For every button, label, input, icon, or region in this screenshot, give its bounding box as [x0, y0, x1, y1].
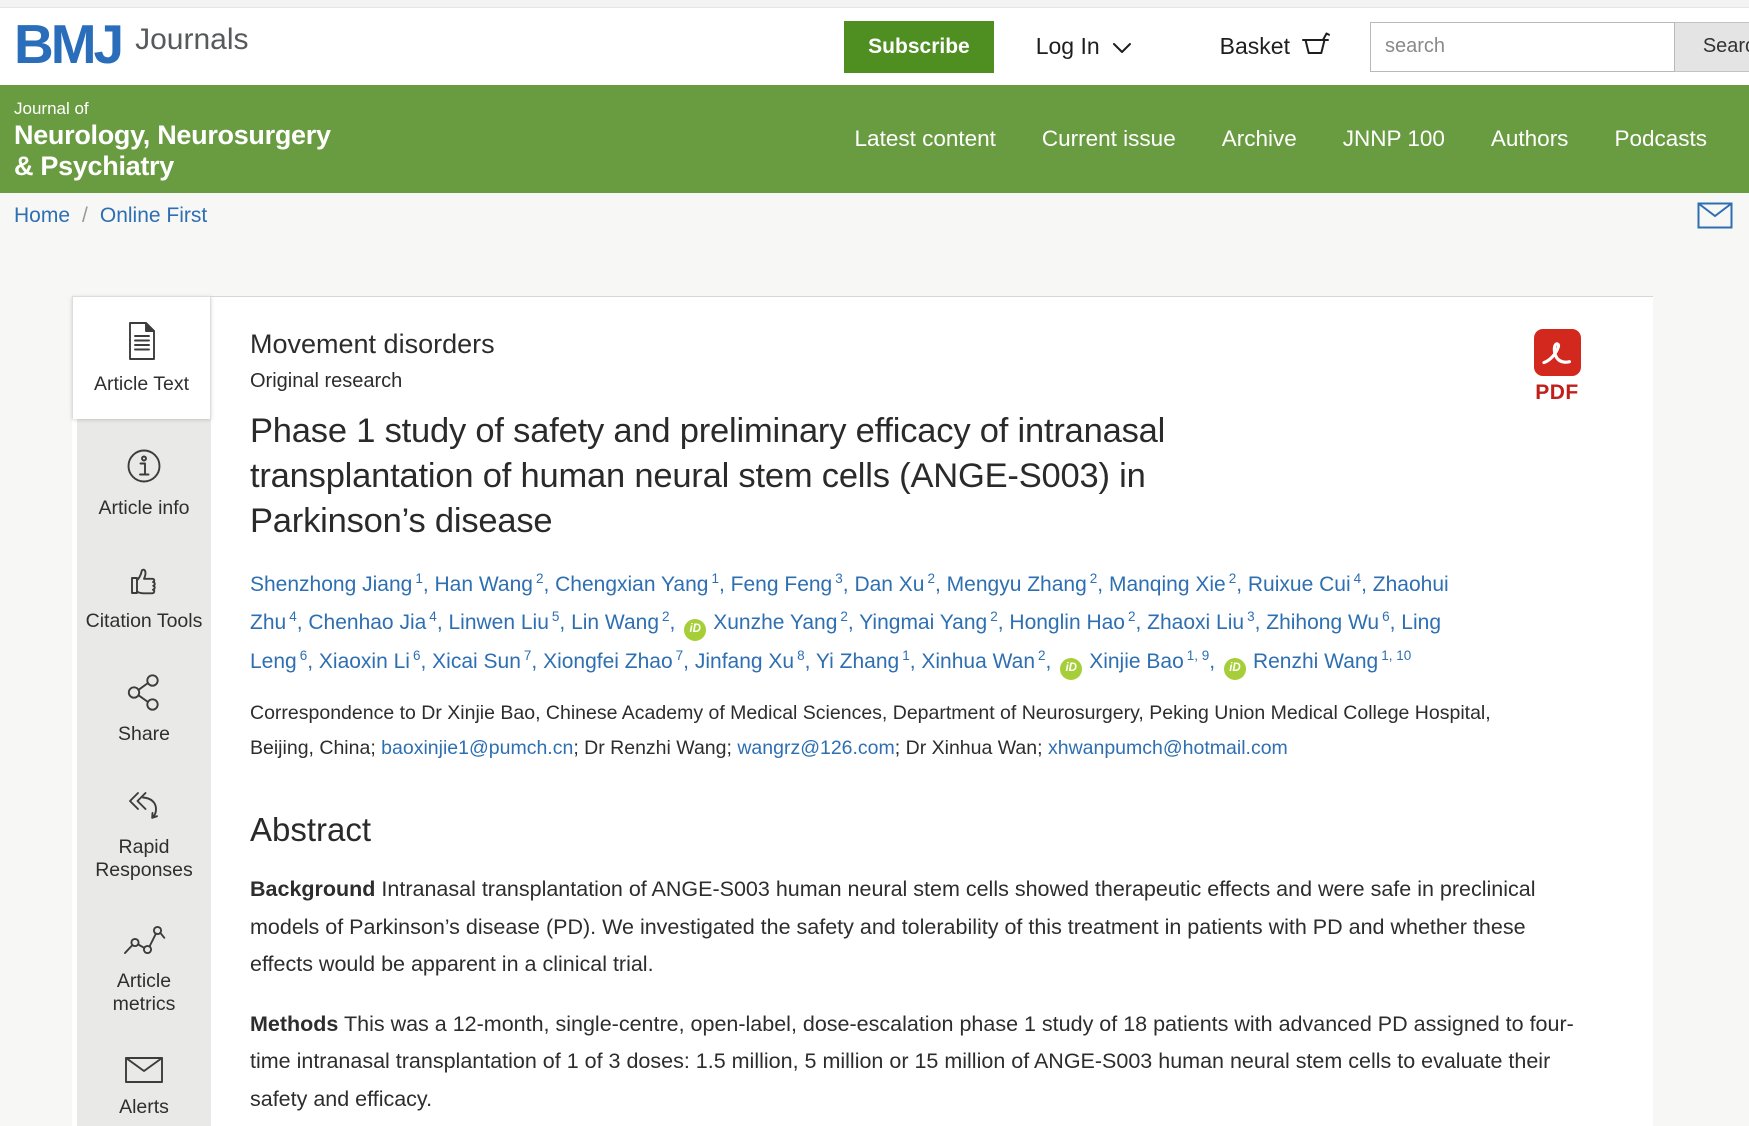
author-link[interactable]: Jinfang Xu8	[695, 650, 805, 673]
metrics-icon	[122, 920, 166, 965]
envelope-icon	[122, 1054, 166, 1091]
author-link[interactable]: Lin Wang2	[571, 611, 669, 634]
author-link[interactable]: Yi Zhang1	[816, 650, 910, 673]
correspondence-email-link[interactable]: xhwanpumch@hotmail.com	[1048, 737, 1288, 759]
search-button[interactable]: Search	[1675, 22, 1749, 72]
author-link[interactable]: iDRenzhi Wang1, 10	[1221, 650, 1411, 673]
orcid-icon[interactable]: iD	[1060, 658, 1082, 680]
author-link[interactable]: Chengxian Yang1	[555, 573, 719, 596]
breadcrumb-separator: /	[82, 204, 88, 228]
abstract-methods: Methods This was a 12-month, single-cent…	[250, 1006, 1593, 1118]
sidebar-item-article-info[interactable]: Article info	[85, 445, 203, 520]
sidebar-item-label: Alerts	[119, 1096, 169, 1119]
article-text-icon	[122, 320, 162, 367]
browser-top-strip	[0, 0, 1749, 8]
article-title: Phase 1 study of safety and preliminary …	[250, 409, 1325, 544]
author-link[interactable]: Xiaoxin Li6	[319, 650, 421, 673]
sidebar-item-alerts[interactable]: Alerts	[85, 1054, 203, 1119]
author-link[interactable]: Honglin Hao2	[1009, 611, 1135, 634]
breadcrumb-home-link[interactable]: Home	[14, 204, 70, 228]
author-link[interactable]: Xinhua Wan2	[921, 650, 1045, 673]
journal-identity[interactable]: Journal of Neurology, Neurosurgery & Psy…	[14, 97, 331, 181]
nav-item-authors[interactable]: Authors	[1491, 126, 1569, 152]
journal-title-line2: & Psychiatry	[14, 151, 331, 181]
orcid-icon[interactable]: iD	[1224, 658, 1246, 680]
author-link[interactable]: Zhaoxi Liu3	[1147, 611, 1254, 634]
sidebar-item-article-text[interactable]: Article Text	[72, 296, 211, 419]
author-link[interactable]: Linwen Liu5	[448, 611, 559, 634]
sidebar-item-article-metrics[interactable]: Article metrics	[85, 920, 203, 1016]
author-link[interactable]: Xiongfei Zhao7	[543, 650, 683, 673]
author-list: Shenzhong Jiang1, Han Wang2, Chengxian Y…	[250, 566, 1455, 683]
author-link[interactable]: Han Wang2	[435, 573, 544, 596]
abstract-heading: Abstract	[250, 811, 1593, 849]
bmj-logo-suffix: Journals	[135, 23, 248, 57]
thumbs-up-icon	[123, 558, 165, 605]
search-input[interactable]	[1370, 22, 1675, 72]
author-link[interactable]: Dan Xu2	[854, 573, 935, 596]
correspondence-email-link[interactable]: wangrz@126.com	[737, 737, 894, 759]
sidebar-item-label: Share	[118, 723, 170, 746]
nav-item-podcasts[interactable]: Podcasts	[1614, 126, 1707, 152]
nav-item-archive[interactable]: Archive	[1222, 126, 1297, 152]
sidebar-item-label: Article Text	[94, 373, 189, 396]
author-link[interactable]: Ruixue Cui4	[1248, 573, 1361, 596]
sidebar-item-label: Article info	[98, 497, 189, 520]
sidebar-item-label: Article metrics	[85, 970, 203, 1016]
author-link[interactable]: iDXunzhe Yang2	[681, 611, 848, 634]
journal-nav: Latest content Current issue Archive JNN…	[855, 126, 1735, 152]
login-label: Log In	[1036, 33, 1100, 60]
author-link[interactable]: Shenzhong Jiang1	[250, 573, 423, 596]
reply-arrows-icon	[123, 784, 165, 831]
sidebar-item-share[interactable]: Share	[85, 671, 203, 746]
header-search: Search	[1370, 22, 1749, 72]
nav-item-latest-content[interactable]: Latest content	[855, 126, 996, 152]
sidebar-item-label: Rapid Responses	[85, 836, 203, 882]
article-content: Movement disorders Original research Pha…	[250, 297, 1593, 1118]
author-link[interactable]: iDXinjie Bao1, 9	[1057, 650, 1209, 673]
chevron-down-icon	[1112, 33, 1132, 60]
info-icon	[123, 445, 165, 492]
abstract-background: Background Intranasal transplantation of…	[250, 871, 1593, 983]
article-section: Movement disorders	[250, 329, 1593, 360]
basket-icon	[1300, 30, 1332, 64]
email-page-icon[interactable]	[1697, 202, 1733, 229]
share-icon	[123, 671, 165, 718]
correspondence-email-link[interactable]: baoxinjie1@pumch.cn	[381, 737, 573, 759]
author-link[interactable]: Mengyu Zhang2	[947, 573, 1098, 596]
author-link[interactable]: Zhihong Wu6	[1266, 611, 1389, 634]
author-link[interactable]: Chenhao Jia4	[308, 611, 436, 634]
journal-title-line1: Neurology, Neurosurgery	[14, 120, 331, 150]
site-header: BMJ Journals Subscribe Log In Basket Sea…	[0, 8, 1749, 85]
breadcrumb-online-first-link[interactable]: Online First	[100, 204, 207, 228]
breadcrumb: Home / Online First	[0, 193, 1749, 238]
author-link[interactable]: Xicai Sun7	[432, 650, 531, 673]
basket-button[interactable]: Basket	[1220, 30, 1332, 64]
author-link[interactable]: Feng Feng3	[731, 573, 843, 596]
sidebar-item-rapid-responses[interactable]: Rapid Responses	[85, 784, 203, 882]
bmj-logo-text: BMJ	[14, 17, 121, 72]
basket-label: Basket	[1220, 33, 1290, 60]
journal-kicker: Journal of	[14, 99, 331, 118]
nav-item-current-issue[interactable]: Current issue	[1042, 126, 1176, 152]
article-card: Article Text Article info Citation Tools	[72, 296, 1653, 1126]
bmj-logo[interactable]: BMJ Journals	[14, 19, 249, 74]
journal-bar: Journal of Neurology, Neurosurgery & Psy…	[0, 85, 1749, 193]
orcid-icon[interactable]: iD	[684, 619, 706, 641]
login-button[interactable]: Log In	[1036, 33, 1132, 60]
sidebar-item-label: Citation Tools	[86, 610, 203, 633]
subscribe-button[interactable]: Subscribe	[844, 21, 994, 73]
article-sidebar: Article info Citation Tools Share	[77, 419, 211, 1126]
article-subsection: Original research	[250, 370, 1593, 393]
author-link[interactable]: Yingmai Yang2	[859, 611, 998, 634]
correspondence: Correspondence to Dr Xinjie Bao, Chinese…	[250, 696, 1495, 765]
nav-item-jnnp-100[interactable]: JNNP 100	[1343, 126, 1445, 152]
sidebar-item-citation-tools[interactable]: Citation Tools	[85, 558, 203, 633]
author-link[interactable]: Manqing Xie2	[1109, 573, 1236, 596]
